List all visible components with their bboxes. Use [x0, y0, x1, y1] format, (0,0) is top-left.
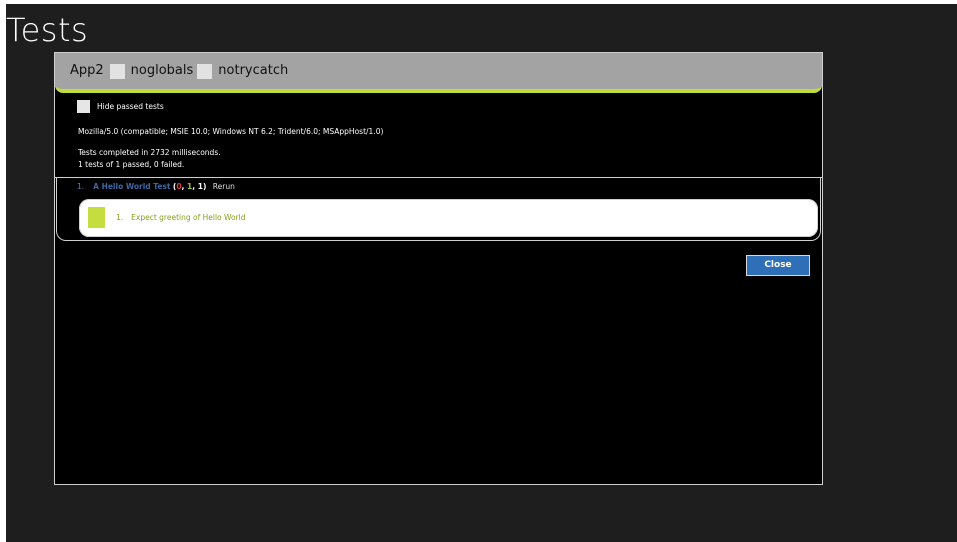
- test-counts-close: ): [202, 182, 207, 191]
- close-button[interactable]: Close: [746, 255, 810, 276]
- hide-passed-filter: Hide passed tests: [77, 100, 164, 113]
- results-duration: Tests completed in 2732 milliseconds.: [78, 148, 221, 157]
- test-item[interactable]: 1. A Hello World Test (0, 1, 1) Rerun: [77, 182, 235, 192]
- header-row: App2 noglobals notrycatch: [70, 62, 288, 80]
- dialog-header: App2 noglobals notrycatch: [55, 53, 822, 93]
- assertion-number: 1.: [116, 213, 124, 222]
- hide-passed-checkbox[interactable]: [77, 100, 90, 113]
- noglobals-label: noglobals: [130, 63, 194, 78]
- test-results-dialog: App2 noglobals notrycatch Hide passed te…: [54, 52, 823, 485]
- notrycatch-checkbox[interactable]: [197, 63, 213, 79]
- assertion-item: 1. Expect greeting of Hello World: [116, 213, 246, 223]
- rerun-link[interactable]: Rerun: [213, 182, 235, 191]
- noglobals-checkbox[interactable]: [109, 63, 125, 79]
- results-summary: 1 tests of 1 passed, 0 failed.: [78, 160, 185, 169]
- notrycatch-label: notrycatch: [218, 63, 289, 78]
- hide-passed-label: Hide passed tests: [97, 101, 164, 111]
- app-screen: Tests App2 noglobals notrycatch Hide pas…: [6, 4, 957, 542]
- assertion-pass-marker: [88, 207, 105, 228]
- test-number: 1.: [77, 182, 85, 191]
- assertion-text: Expect greeting of Hello World: [131, 213, 246, 222]
- user-agent-text: Mozilla/5.0 (compatible; MSIE 10.0; Wind…: [78, 127, 384, 136]
- page-title: Tests: [6, 11, 89, 49]
- app-name: App2: [70, 63, 104, 78]
- test-name[interactable]: A Hello World Test: [93, 182, 170, 191]
- assertion-list: 1. Expect greeting of Hello World: [79, 199, 818, 237]
